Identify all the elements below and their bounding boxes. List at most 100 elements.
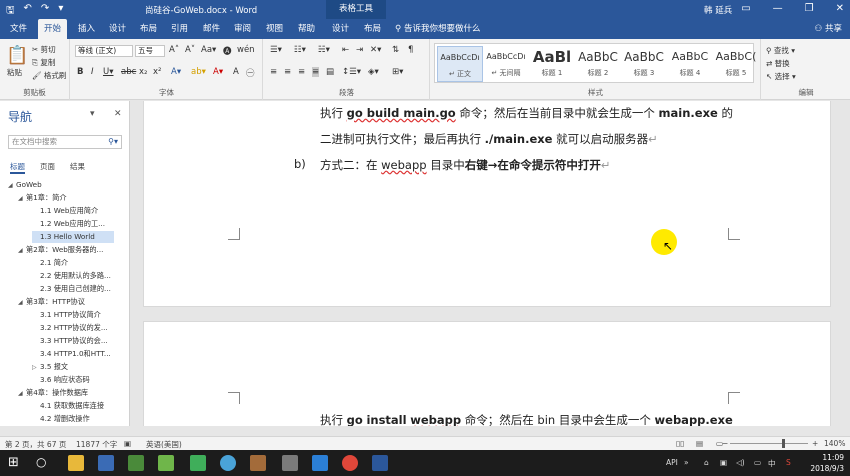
nav-tree-item[interactable]: 4.1 获取数据库连接 (32, 400, 104, 412)
style-heading-5[interactable]: AaBbC(标题 5 (713, 46, 759, 82)
app-icon[interactable] (250, 455, 266, 471)
tray-api-label[interactable]: API (666, 458, 678, 467)
nav-tree-item[interactable]: 3.1 HTTP协议简介 (32, 309, 101, 321)
tray-volume-icon[interactable]: ◁) (736, 458, 745, 467)
nav-search-input[interactable]: 在文档中搜索 ⚲▾ (8, 135, 122, 149)
doc-line-2[interactable]: 二进制可执行文件；最后再执行 ./main.exe 就可以启动服务器↵ (320, 131, 658, 147)
align-center-icon[interactable]: ≡ (284, 67, 291, 77)
format-painter-button[interactable]: 🖌 格式刷 (32, 70, 66, 81)
search-icon[interactable]: ⚲▾ (108, 136, 118, 148)
doc-line-3[interactable]: b) (294, 157, 306, 171)
borders-icon[interactable]: ⊞▾ (392, 67, 403, 77)
doc-line-3-text[interactable]: 方式二：在 webapp 目录中右键→在命令提示符中打开↵ (320, 157, 611, 173)
doc-line-4[interactable]: 执行 go install webapp 命令；然后在 bin 目录中会生成一个… (320, 412, 733, 426)
tray-expand-icon[interactable]: » (684, 458, 689, 467)
nav-tree-item[interactable]: 4.2 增删改操作 (32, 413, 90, 425)
font-color-icon[interactable]: A▾ (213, 67, 223, 77)
collapsed-arrow-icon[interactable]: ▷ (32, 362, 40, 374)
phonetic-guide-icon[interactable]: wén (237, 45, 255, 55)
replace-button[interactable]: ⇄ 替换 (766, 58, 790, 69)
expanded-arrow-icon[interactable]: ◢ (18, 193, 26, 205)
minimize-icon[interactable]: — (773, 3, 783, 14)
ribbon-display-icon[interactable]: ▭ (741, 3, 750, 14)
bold-icon[interactable]: B (77, 67, 83, 77)
tray-sogou-icon[interactable]: S (786, 458, 791, 467)
doc-line-1[interactable]: 执行 go build main.go 命令；然后在当前目录中就会生成一个 ma… (320, 105, 733, 121)
page-count[interactable]: 第 2 页，共 67 页 (5, 439, 66, 450)
tab-home[interactable]: 开始 (38, 19, 68, 39)
style-heading-3[interactable]: AaBbC 标题 3 (621, 46, 667, 82)
windows-start-icon[interactable]: ⊞ (8, 455, 24, 471)
subscript-icon[interactable]: x₂ (139, 67, 147, 77)
tray-network-icon[interactable]: ⌂ (704, 458, 709, 467)
show-marks-icon[interactable]: ¶ (408, 45, 413, 55)
tell-me-search[interactable]: ⚲ 告诉我你想要做什么 (395, 19, 480, 39)
nav-tree-item[interactable]: ◢ 第4章：操作数据库 (18, 387, 88, 399)
nav-tree-item[interactable]: 3.2 HTTP协议的发... (32, 322, 108, 334)
tab-view[interactable]: 视图 (260, 19, 289, 39)
text-effects-icon[interactable]: A▾ (171, 67, 181, 77)
nav-tree-item[interactable]: 3.6 响应状态码 (32, 374, 90, 386)
highlight-icon[interactable]: ab▾ (191, 67, 206, 77)
sort-icon[interactable]: ⇅ (392, 45, 399, 55)
word-icon[interactable] (372, 455, 388, 471)
shading-icon[interactable]: ◈▾ (368, 67, 379, 77)
bullets-icon[interactable]: ☰▾ (270, 45, 282, 55)
style-heading-1[interactable]: AaBl 标题 1 (529, 46, 575, 82)
style-no-spacing[interactable]: AaBbCcDı ↵ 无间隔 (483, 46, 529, 82)
nav-tree-item[interactable]: ◢ 第1章：简介 (18, 192, 67, 204)
page-3[interactable]: 执行 go install webapp 命令；然后在 bin 目录中会生成一个… (143, 321, 831, 426)
vscode-icon[interactable] (312, 455, 328, 471)
tab-table-design[interactable]: 设计 (326, 19, 355, 39)
page-2[interactable]: 执行 go build main.go 命令；然后在当前目录中就会生成一个 ma… (143, 101, 831, 307)
app-icon[interactable] (220, 455, 236, 471)
document-area[interactable]: 执行 go build main.go 命令；然后在当前目录中就会生成一个 ma… (131, 101, 850, 426)
clock[interactable]: 11:09 2018/9/3 (810, 452, 844, 474)
tab-help[interactable]: 帮助 (292, 19, 321, 39)
shrink-font-icon[interactable]: A˅ (185, 45, 195, 55)
nav-close-icon[interactable]: ✕ (114, 109, 122, 119)
word-count[interactable]: 11877 个字 (76, 439, 117, 450)
underline-icon[interactable]: U▾ (103, 67, 114, 77)
redo-icon[interactable]: ↷ (41, 3, 49, 20)
share-button[interactable]: ⚇ 共享 (815, 19, 842, 39)
app-icon[interactable] (282, 455, 298, 471)
tab-review[interactable]: 审阅 (228, 19, 257, 39)
paste-icon[interactable]: 📋 (6, 45, 28, 66)
justify-icon[interactable]: ≡ (312, 67, 320, 77)
zoom-slider[interactable] (730, 443, 808, 444)
nav-tree-item[interactable]: 1.2 Web应用的工... (32, 218, 105, 230)
ime-indicator[interactable]: 中 (768, 458, 776, 469)
nav-tree-item[interactable]: ◢ 第3章：HTTP协议 (18, 296, 85, 308)
nav-tree-item[interactable]: 2.2 使用默认的多路... (32, 270, 111, 282)
expanded-arrow-icon[interactable]: ◢ (18, 388, 26, 400)
expanded-arrow-icon[interactable]: ◢ (18, 297, 26, 309)
chinese-layout-icon[interactable]: ✕▾ (370, 45, 381, 55)
user-name[interactable]: 韩 延兵 (704, 4, 732, 16)
app-icon[interactable] (158, 455, 174, 471)
nav-tree-item[interactable]: ▷ 3.5 报文 (32, 361, 68, 373)
zoom-level[interactable]: 140% (824, 439, 845, 448)
print-layout-icon[interactable]: ▤ (696, 439, 703, 448)
tab-mailings[interactable]: 邮件 (197, 19, 226, 39)
style-heading-2[interactable]: AaBbC 标题 2 (575, 46, 621, 82)
cut-button[interactable]: ✂ 剪切 (32, 44, 56, 55)
chrome-icon[interactable] (342, 455, 358, 471)
align-left-icon[interactable]: ≡ (270, 67, 277, 77)
expanded-arrow-icon[interactable]: ◢ (18, 245, 26, 257)
nav-tree-item[interactable]: 2.3 使用自己创建的... (32, 283, 111, 295)
nav-tab-pages[interactable]: 页面 (40, 161, 55, 172)
proofing-icon[interactable]: ▣ (124, 439, 131, 448)
zoom-in-icon[interactable]: + (812, 439, 818, 448)
font-size-combo[interactable]: 五号 (135, 45, 165, 57)
distributed-icon[interactable]: ▤ (326, 67, 334, 77)
copy-button[interactable]: ⎘ 复制 (32, 57, 55, 68)
char-shading-icon[interactable]: A (233, 67, 239, 77)
expanded-arrow-icon[interactable]: ◢ (8, 180, 16, 192)
align-right-icon[interactable]: ≡ (298, 67, 305, 77)
increase-indent-icon[interactable]: ⇥ (356, 45, 363, 55)
undo-icon[interactable]: ↶ (24, 3, 32, 20)
zoom-slider-thumb[interactable] (782, 439, 785, 448)
tab-design[interactable]: 设计 (103, 19, 132, 39)
clear-format-icon[interactable]: 🅐 (223, 45, 232, 57)
